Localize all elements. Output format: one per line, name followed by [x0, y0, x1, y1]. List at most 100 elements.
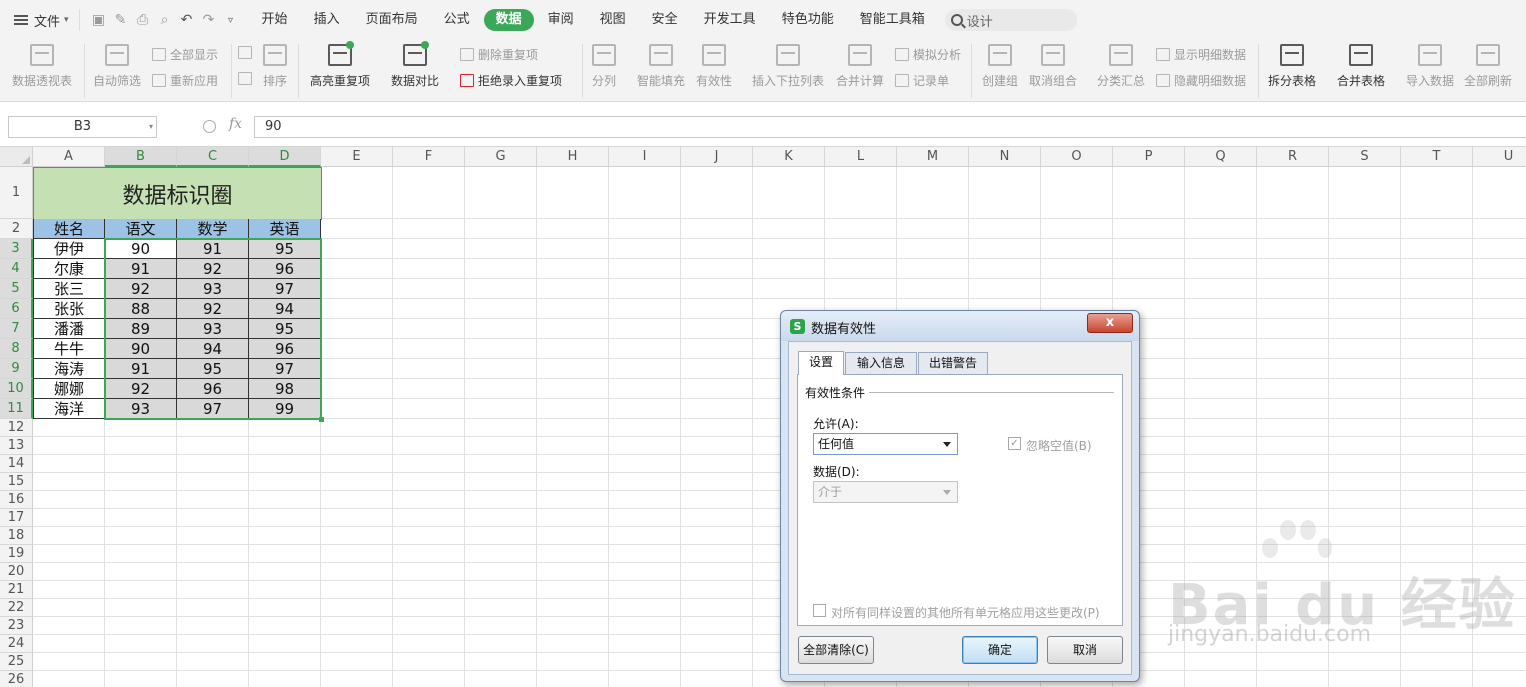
data-compare-button[interactable]: 数据对比 — [391, 40, 439, 89]
function-icon[interactable]: fx — [229, 116, 242, 132]
show-all-button[interactable]: 全部显示 — [152, 46, 218, 63]
undo-icon[interactable]: ↶ — [176, 9, 198, 31]
hide-detail-button[interactable]: 隐藏明细数据 — [1156, 72, 1246, 89]
score-cell[interactable]: 91 — [105, 259, 177, 279]
search-box[interactable]: 设计 — [944, 9, 1077, 31]
tab-9[interactable]: 特色功能 — [770, 9, 846, 31]
score-cell[interactable]: 92 — [105, 379, 177, 399]
highlight-duplicates-button[interactable]: 高亮重复项 — [310, 40, 370, 89]
name-cell[interactable]: 潘潘 — [33, 319, 105, 339]
row-header-12[interactable]: 12 — [0, 419, 33, 437]
reapply-button[interactable]: 重新应用 — [152, 72, 218, 89]
score-cell[interactable]: 99 — [249, 399, 321, 419]
tab-error-alert[interactable]: 出错警告 — [918, 352, 988, 374]
column-header-C[interactable]: C — [177, 147, 249, 167]
column-header-H[interactable]: H — [537, 147, 609, 167]
consolidate-button[interactable]: 合并计算 — [836, 40, 884, 89]
apply-all-checkbox[interactable] — [813, 604, 826, 617]
file-menu[interactable]: 文件 ▾ — [14, 11, 69, 30]
column-header-D[interactable]: D — [249, 147, 321, 167]
score-cell[interactable]: 93 — [105, 399, 177, 419]
column-header-O[interactable]: O — [1041, 147, 1113, 167]
row-header-23[interactable]: 23 — [0, 617, 33, 635]
remove-duplicates-button[interactable]: 删除重复项 — [460, 46, 538, 63]
column-header-P[interactable]: P — [1113, 147, 1185, 167]
header-cell[interactable]: 英语 — [249, 219, 321, 239]
sort-asc-icon[interactable] — [238, 46, 256, 59]
sort-desc-icon[interactable] — [238, 72, 256, 85]
score-cell[interactable]: 97 — [249, 359, 321, 379]
row-header-18[interactable]: 18 — [0, 527, 33, 545]
column-header-A[interactable]: A — [33, 147, 105, 167]
score-cell[interactable]: 92 — [105, 279, 177, 299]
ignore-blank-checkbox[interactable]: ✓ — [1008, 437, 1021, 450]
column-header-N[interactable]: N — [969, 147, 1041, 167]
score-cell[interactable]: 93 — [177, 319, 249, 339]
column-header-R[interactable]: R — [1257, 147, 1329, 167]
score-cell[interactable]: 95 — [249, 239, 321, 259]
column-header-G[interactable]: G — [465, 147, 537, 167]
tab-settings[interactable]: 设置 — [798, 351, 844, 375]
chevron-down-icon[interactable]: ▾ — [149, 117, 153, 137]
name-cell[interactable]: 伊伊 — [33, 239, 105, 259]
tab-1[interactable]: 插入 — [302, 9, 352, 31]
column-header-S[interactable]: S — [1329, 147, 1401, 167]
score-cell[interactable]: 98 — [249, 379, 321, 399]
score-cell[interactable]: 90 — [105, 339, 177, 359]
score-cell[interactable]: 97 — [249, 279, 321, 299]
row-header-11[interactable]: 11 — [0, 399, 33, 419]
column-header-E[interactable]: E — [321, 147, 393, 167]
column-header-U[interactable]: U — [1473, 147, 1526, 167]
validity-button[interactable]: 有效性 — [696, 40, 732, 89]
what-if-button[interactable]: 模拟分析 — [895, 46, 961, 63]
data-select[interactable]: 介于 — [813, 481, 958, 503]
ungroup-button[interactable]: 取消组合 — [1029, 40, 1077, 89]
tab-4[interactable]: 数据 — [483, 9, 534, 31]
refresh-all-button[interactable]: 全部刷新 — [1464, 40, 1512, 89]
score-cell[interactable]: 94 — [249, 299, 321, 319]
print-icon[interactable]: ⎙ — [132, 9, 154, 31]
clear-all-button[interactable]: 全部清除(C) — [798, 636, 874, 664]
row-header-20[interactable]: 20 — [0, 563, 33, 581]
column-header-J[interactable]: J — [681, 147, 753, 167]
score-cell[interactable]: 96 — [249, 339, 321, 359]
score-cell[interactable]: 95 — [177, 359, 249, 379]
column-header-T[interactable]: T — [1401, 147, 1473, 167]
score-cell[interactable]: 90 — [105, 239, 177, 259]
score-cell[interactable]: 92 — [177, 259, 249, 279]
auto-filter-button[interactable]: 自动筛选 — [93, 40, 141, 89]
score-cell[interactable]: 91 — [105, 359, 177, 379]
ok-button[interactable]: 确定 — [962, 636, 1038, 664]
row-header-8[interactable]: 8 — [0, 339, 33, 359]
name-cell[interactable]: 牛牛 — [33, 339, 105, 359]
tab-8[interactable]: 开发工具 — [692, 9, 768, 31]
score-cell[interactable]: 96 — [177, 379, 249, 399]
tab-0[interactable]: 开始 — [250, 9, 300, 31]
column-header-K[interactable]: K — [753, 147, 825, 167]
row-header-25[interactable]: 25 — [0, 653, 33, 671]
select-all-corner[interactable] — [0, 147, 33, 167]
name-cell[interactable]: 海洋 — [33, 399, 105, 419]
score-cell[interactable]: 93 — [177, 279, 249, 299]
row-header-7[interactable]: 7 — [0, 319, 33, 339]
show-detail-button[interactable]: 显示明细数据 — [1156, 46, 1246, 63]
row-header-14[interactable]: 14 — [0, 455, 33, 473]
tab-5[interactable]: 审阅 — [536, 9, 586, 31]
score-cell[interactable]: 94 — [177, 339, 249, 359]
row-header-19[interactable]: 19 — [0, 545, 33, 563]
score-cell[interactable]: 97 — [177, 399, 249, 419]
formula-input[interactable]: 90 — [254, 116, 1526, 138]
score-cell[interactable]: 95 — [249, 319, 321, 339]
column-header-L[interactable]: L — [825, 147, 897, 167]
row-header-26[interactable]: 26 — [0, 671, 33, 687]
sheet-title-cell[interactable]: 数据标识圈 — [33, 167, 322, 220]
row-header-24[interactable]: 24 — [0, 635, 33, 653]
create-group-button[interactable]: 创建组 — [982, 40, 1018, 89]
column-header-B[interactable]: B — [105, 147, 177, 167]
record-sheet-button[interactable]: 记录单 — [895, 72, 949, 89]
row-header-17[interactable]: 17 — [0, 509, 33, 527]
column-header-F[interactable]: F — [393, 147, 465, 167]
tab-3[interactable]: 公式 — [432, 9, 482, 31]
tab-2[interactable]: 页面布局 — [354, 9, 430, 31]
tab-10[interactable]: 智能工具箱 — [848, 9, 937, 31]
